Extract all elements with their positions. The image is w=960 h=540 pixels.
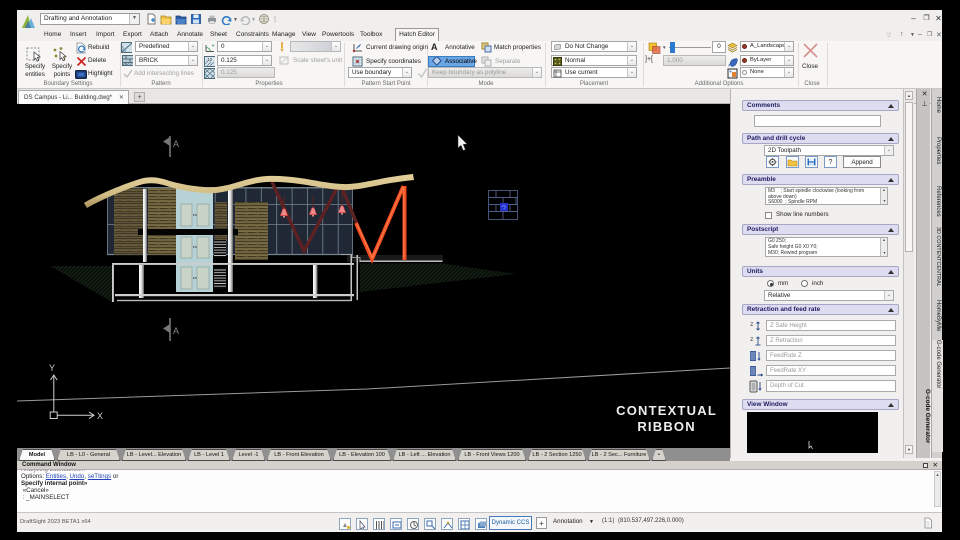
svg-text:z: z [750,321,754,328]
svg-text:.12: .12 [206,57,213,62]
svg-text:Y: Y [49,363,55,373]
svg-text:z: z [750,336,754,343]
svg-text:A: A [173,326,179,336]
svg-text:X: X [97,411,103,421]
svg-text:A: A [173,139,179,149]
